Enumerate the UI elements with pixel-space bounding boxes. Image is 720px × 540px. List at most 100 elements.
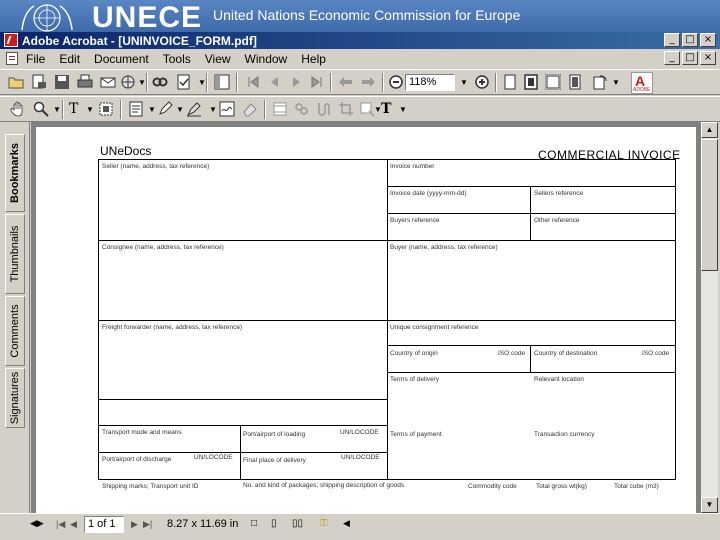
main-toolbar: ▼ ▼ 118% ▼ ▼ A ADOBE: [0, 69, 720, 95]
total-cube-label: Total cube (m3): [614, 483, 659, 490]
pane-toggle-icon[interactable]: ◀▶: [30, 518, 44, 529]
web-capture-icon[interactable]: [120, 74, 136, 90]
window-titlebar[interactable]: Adobe Acrobat - [UNINVOICE_FORM.pdf] _ □…: [0, 32, 720, 49]
navigation-pane-icon[interactable]: [214, 74, 230, 90]
next-page-icon[interactable]: [288, 74, 304, 90]
facing-page-icon[interactable]: ▯▯: [292, 518, 303, 529]
doc-close-button[interactable]: ×: [700, 51, 716, 65]
link-tool-icon[interactable]: [294, 101, 310, 117]
snapshot-icon[interactable]: [98, 101, 114, 117]
text-select-dropdown-icon[interactable]: ▼: [86, 105, 94, 114]
previous-page-icon[interactable]: [267, 74, 283, 90]
zoom-in-icon[interactable]: [474, 74, 490, 90]
eraser-icon[interactable]: [242, 101, 258, 117]
fit-width-icon[interactable]: [545, 74, 561, 90]
print-icon[interactable]: [77, 74, 93, 90]
digital-signature-icon[interactable]: [219, 101, 235, 117]
rotate-view-icon[interactable]: [592, 74, 608, 90]
other-reference-label: Other reference: [534, 217, 580, 224]
status-prev-page-icon[interactable]: ◀: [70, 519, 77, 530]
port-discharge-label: Port/airport of discharge: [102, 456, 172, 463]
fit-visible-icon[interactable]: [567, 74, 583, 90]
zoom-out-icon[interactable]: [388, 74, 404, 90]
status-last-page-icon[interactable]: ▶|: [143, 519, 152, 530]
spell-check-dropdown-icon[interactable]: ▼: [198, 78, 206, 87]
form-tool-icon[interactable]: [359, 101, 375, 117]
last-page-icon[interactable]: [309, 74, 325, 90]
menu-edit[interactable]: Edit: [59, 52, 80, 66]
save-icon[interactable]: [54, 74, 70, 90]
back-view-icon[interactable]: [338, 74, 354, 90]
maximize-button[interactable]: □: [682, 33, 698, 47]
minimize-button[interactable]: _: [664, 33, 680, 47]
scroll-down-icon[interactable]: ▼: [701, 497, 718, 513]
article-tool-icon[interactable]: [316, 101, 332, 117]
highlight-tool-icon[interactable]: [186, 101, 202, 117]
zoom-tool-icon[interactable]: [33, 101, 49, 117]
doc-minimize-button[interactable]: _: [664, 51, 680, 65]
fit-page-icon[interactable]: [523, 74, 539, 90]
status-next-page-icon[interactable]: ▶: [131, 519, 138, 530]
spell-check-icon[interactable]: [176, 74, 192, 90]
first-page-icon[interactable]: [245, 74, 261, 90]
touchup-text-icon[interactable]: T: [381, 101, 397, 117]
email-icon[interactable]: [100, 74, 116, 90]
text-select-icon[interactable]: T: [69, 101, 85, 117]
country-destination-label: Country of destination: [534, 350, 598, 357]
un-emblem-icon: [21, 4, 73, 32]
menu-file[interactable]: File: [26, 52, 45, 66]
note-tool-dropdown-icon[interactable]: ▼: [148, 105, 156, 114]
key-icon[interactable]: ⚿: [320, 518, 328, 529]
menu-help[interactable]: Help: [301, 52, 326, 66]
tab-comments[interactable]: Comments: [5, 296, 25, 366]
menu-tools[interactable]: Tools: [163, 52, 191, 66]
hand-tool-icon[interactable]: [10, 101, 26, 117]
document-icon[interactable]: [6, 52, 18, 65]
pdf-page: UNeDocs COMMERCIAL INVOICE Seller (name,…: [36, 127, 696, 513]
highlight-dropdown-icon[interactable]: ▼: [209, 105, 217, 114]
search-icon[interactable]: [152, 74, 168, 90]
actual-size-icon[interactable]: [502, 74, 518, 90]
zoom-tool-dropdown-icon[interactable]: ▼: [53, 105, 61, 114]
tab-signatures[interactable]: Signatures: [5, 368, 25, 428]
note-tool-icon[interactable]: [128, 101, 144, 117]
invoice-date-label: Invoice date (yyyy-mm-dd): [390, 190, 467, 197]
single-page-icon[interactable]: □: [251, 518, 257, 529]
open-icon[interactable]: [8, 74, 24, 90]
pencil-dropdown-icon[interactable]: ▼: [176, 105, 184, 114]
tab-bookmarks[interactable]: Bookmarks: [5, 134, 25, 212]
status-first-page-icon[interactable]: |◀: [56, 519, 65, 530]
unlocode-loading-label: UN/LOCODE: [340, 429, 379, 436]
shipping-marks-label: Shipping marks; Transport unit ID: [102, 483, 199, 490]
continuous-page-icon[interactable]: ▯: [271, 518, 277, 529]
menu-view[interactable]: View: [205, 52, 231, 66]
page-number-field[interactable]: 1 of 1: [84, 516, 124, 533]
document-view[interactable]: UNeDocs COMMERCIAL INVOICE Seller (name,…: [31, 122, 701, 513]
menu-window[interactable]: Window: [245, 52, 288, 66]
final-delivery-label: Final place of delivery: [243, 457, 306, 464]
close-button[interactable]: ×: [700, 33, 716, 47]
adobe-logo[interactable]: A ADOBE: [631, 72, 653, 94]
doc-restore-button[interactable]: □: [682, 51, 698, 65]
status-bar: ◀▶ |◀ ◀ 1 of 1 ▶ ▶| 8.27 x 11.69 in □ ▯ …: [0, 513, 720, 535]
web-capture-dropdown-icon[interactable]: ▼: [138, 78, 146, 87]
scroll-up-icon[interactable]: ▲: [701, 122, 718, 138]
tab-thumbnails[interactable]: Thumbnails: [5, 214, 25, 294]
scroll-thumb[interactable]: [701, 139, 718, 271]
forward-view-icon[interactable]: [360, 74, 376, 90]
rotate-dropdown-icon[interactable]: ▼: [612, 78, 620, 87]
movie-tool-icon[interactable]: [272, 101, 288, 117]
pencil-tool-icon[interactable]: [157, 101, 173, 117]
terms-delivery-label: Terms of delivery: [390, 376, 440, 383]
acrobat-app-icon[interactable]: [4, 33, 18, 47]
zoom-input[interactable]: 118%: [405, 74, 455, 91]
relevant-location-label: Relevant location: [534, 376, 584, 383]
vertical-scrollbar[interactable]: ▲ ▼: [701, 122, 718, 513]
create-pdf-icon[interactable]: [31, 74, 47, 90]
touchup-dropdown-icon[interactable]: ▼: [399, 105, 407, 114]
split-window-icon[interactable]: ◀: [343, 518, 350, 529]
unece-full-name: United Nations Economic Commission for E…: [213, 7, 521, 23]
menu-document[interactable]: Document: [94, 52, 149, 66]
zoom-dropdown-icon[interactable]: ▼: [460, 78, 468, 87]
crop-tool-icon[interactable]: [338, 101, 354, 117]
